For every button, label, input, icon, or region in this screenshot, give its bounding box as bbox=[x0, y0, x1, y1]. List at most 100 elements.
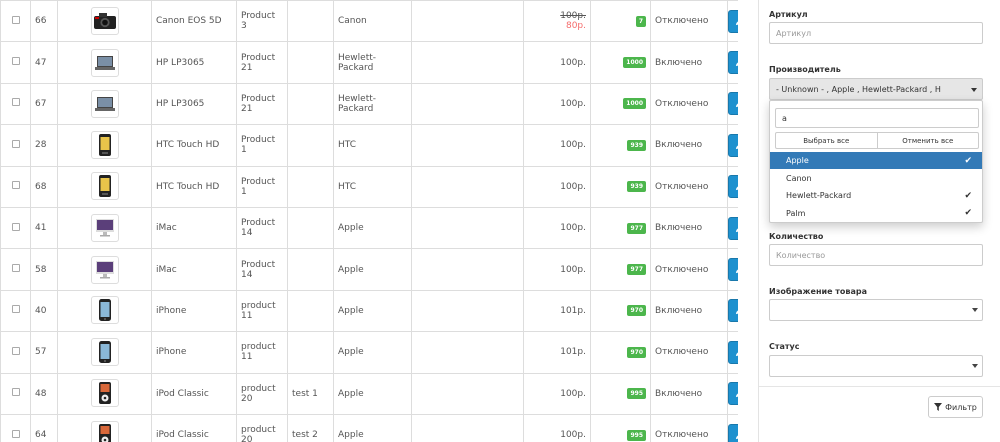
product-name: HP LP3065 bbox=[151, 41, 237, 84]
product-id: 68 bbox=[30, 165, 58, 208]
edit-button[interactable] bbox=[728, 258, 738, 282]
table-row: 57 iPhone product 11 Apple 101р. 970 Отключено bbox=[0, 331, 738, 374]
product-id: 58 bbox=[30, 248, 58, 291]
product-table-container: 66 Canon EOS 5D Product 3 Canon 100р. 80р. 7 От… bbox=[0, 0, 738, 442]
edit-button[interactable] bbox=[728, 9, 738, 33]
edit-button[interactable] bbox=[728, 382, 738, 406]
deselect-all-button[interactable]: Отменить все bbox=[877, 132, 979, 149]
layout-gap bbox=[738, 0, 758, 442]
product-id: 66 bbox=[30, 0, 58, 43]
edit-button[interactable] bbox=[728, 423, 738, 442]
row-checkbox[interactable] bbox=[11, 222, 20, 231]
price-cell: 100р. bbox=[523, 372, 591, 415]
row-checkbox[interactable] bbox=[11, 98, 20, 107]
imac-thumbnail bbox=[90, 255, 119, 284]
product-price: 101р. bbox=[560, 347, 586, 358]
manufacturer-search-input[interactable]: a bbox=[775, 108, 979, 128]
image-label: Изображение товара bbox=[769, 287, 867, 296]
checkbox-cell bbox=[0, 165, 31, 208]
quantity-badge: 977 bbox=[627, 222, 646, 234]
checkbox-cell bbox=[0, 124, 31, 167]
checkbox-cell bbox=[0, 82, 31, 126]
image-cell bbox=[57, 248, 152, 291]
edit-button[interactable] bbox=[728, 175, 738, 199]
product-sku: test 1 bbox=[287, 372, 334, 415]
empty-cell bbox=[411, 372, 524, 415]
panel-divider bbox=[759, 386, 1000, 387]
dropdown-action-buttons: Выбрать все Отменить все bbox=[775, 132, 979, 149]
product-model: Product 14 bbox=[236, 248, 288, 291]
product-status: Включено bbox=[650, 372, 728, 415]
row-checkbox[interactable] bbox=[11, 181, 20, 190]
product-manufacturer: Apple bbox=[333, 413, 412, 442]
manufacturer-option-hewlett-packard[interactable]: Hewlett-Packard ✔ bbox=[770, 187, 982, 204]
product-status: Отключено bbox=[650, 248, 728, 291]
empty-cell bbox=[411, 82, 524, 126]
edit-button[interactable] bbox=[728, 51, 738, 75]
row-checkbox[interactable] bbox=[11, 346, 20, 355]
edit-button[interactable] bbox=[728, 299, 738, 323]
product-name: HP LP3065 bbox=[151, 82, 237, 126]
product-manufacturer: Canon bbox=[333, 0, 412, 43]
image-cell bbox=[57, 41, 152, 84]
price-cell: 100р. bbox=[523, 82, 591, 126]
image-cell bbox=[57, 0, 152, 43]
chevron-down-icon bbox=[972, 364, 978, 368]
row-checkbox[interactable] bbox=[11, 388, 20, 397]
action-cell bbox=[727, 0, 738, 43]
product-manufacturer: Apple bbox=[333, 331, 412, 374]
manufacturer-option-palm[interactable]: Palm ✔ bbox=[770, 205, 982, 222]
price-cell: 100р. bbox=[523, 206, 591, 250]
select-all-button[interactable]: Выбрать все bbox=[775, 132, 878, 149]
row-checkbox[interactable] bbox=[11, 139, 20, 148]
product-name: HTC Touch HD bbox=[151, 165, 237, 208]
checkbox-cell bbox=[0, 248, 31, 291]
checkbox-cell bbox=[0, 413, 31, 442]
sku-input[interactable]: Артикул bbox=[769, 22, 983, 44]
quantity-badge: 970 bbox=[627, 346, 646, 358]
product-id: 67 bbox=[30, 82, 58, 126]
check-icon: ✔ bbox=[964, 155, 972, 166]
product-status: Включено bbox=[650, 289, 728, 333]
image-select[interactable] bbox=[769, 299, 983, 321]
product-sku bbox=[287, 165, 334, 208]
filter-button[interactable]: Фильтр bbox=[928, 396, 983, 418]
edit-button[interactable] bbox=[728, 133, 738, 157]
price-cell: 100р. bbox=[523, 165, 591, 208]
quantity-input[interactable]: Количество bbox=[769, 244, 983, 266]
manufacturer-option-canon[interactable]: Canon bbox=[770, 170, 982, 187]
product-id: 48 bbox=[30, 372, 58, 415]
product-sku bbox=[287, 248, 334, 291]
empty-cell bbox=[411, 0, 524, 43]
table-row: 66 Canon EOS 5D Product 3 Canon 100р. 80р. 7 От… bbox=[0, 0, 738, 43]
product-table: 66 Canon EOS 5D Product 3 Canon 100р. 80р. 7 От… bbox=[0, 0, 738, 442]
quantity-badge: 939 bbox=[627, 181, 646, 193]
product-model: Product 3 bbox=[236, 0, 288, 43]
row-checkbox[interactable] bbox=[11, 305, 20, 314]
edit-button[interactable] bbox=[728, 92, 738, 116]
row-checkbox[interactable] bbox=[11, 429, 20, 438]
quantity-badge: 1000 bbox=[623, 57, 646, 69]
row-checkbox[interactable] bbox=[11, 57, 20, 66]
quantity-label: Количество bbox=[769, 232, 824, 241]
action-cell bbox=[727, 206, 738, 250]
manufacturer-option-apple[interactable]: Apple ✔ bbox=[770, 152, 982, 169]
product-sku bbox=[287, 206, 334, 250]
quantity-cell: 939 bbox=[590, 124, 651, 167]
row-checkbox[interactable] bbox=[11, 264, 20, 273]
quantity-cell: 995 bbox=[590, 372, 651, 415]
image-cell bbox=[57, 206, 152, 250]
table-row: 67 HP LP3065 Product 21 Hewlett-Packard 100р… bbox=[0, 82, 738, 126]
price-cell: 100р. bbox=[523, 124, 591, 167]
row-checkbox[interactable] bbox=[11, 15, 20, 24]
product-name: iPod Classic bbox=[151, 413, 237, 442]
price-cell: 100р. bbox=[523, 41, 591, 84]
manufacturer-multiselect[interactable]: - Unknown - , Apple , Hewlett-Packard , … bbox=[769, 78, 983, 100]
edit-button[interactable] bbox=[728, 216, 738, 240]
status-select[interactable] bbox=[769, 355, 983, 377]
action-cell bbox=[727, 413, 738, 442]
product-sku: test 2 bbox=[287, 413, 334, 442]
edit-button[interactable] bbox=[728, 340, 738, 364]
product-price: 100р. bbox=[560, 388, 586, 399]
checkbox-cell bbox=[0, 0, 31, 43]
